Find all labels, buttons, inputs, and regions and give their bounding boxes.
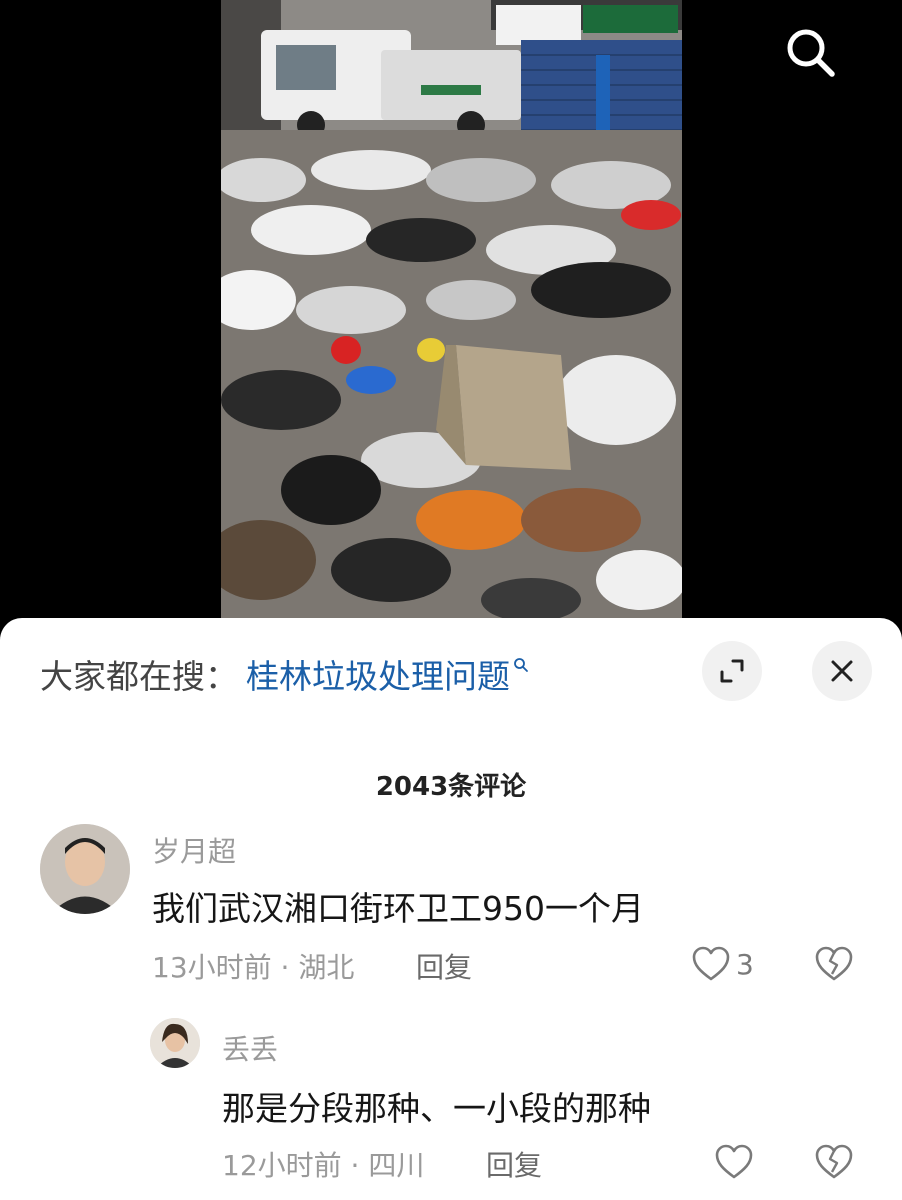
expand-button[interactable] (702, 641, 762, 701)
video-still-garbage-street (221, 0, 682, 622)
like-button[interactable] (715, 1144, 759, 1180)
dislike-button[interactable] (815, 1144, 853, 1184)
like-count: 3 (736, 947, 754, 981)
reply-button[interactable]: 回复 (416, 946, 472, 986)
comment-username[interactable]: 岁月超 (152, 830, 236, 870)
heart-icon (692, 946, 730, 981)
hot-search-bar: 大家都在搜： 桂林垃圾处理问题 (40, 648, 529, 700)
broken-heart-icon (815, 946, 853, 981)
avatar[interactable] (40, 824, 130, 914)
comment-time-location: 13小时前 · 湖北 (152, 951, 355, 984)
comment-text: 我们武汉湘口街环卫工950一个月 (152, 889, 644, 928)
search-icon (787, 29, 835, 77)
search-button[interactable] (780, 22, 840, 82)
expand-icon (720, 659, 744, 683)
heart-icon (715, 1144, 753, 1179)
avatar[interactable] (150, 1018, 200, 1068)
dislike-button[interactable] (815, 946, 853, 986)
search-small-icon (514, 658, 528, 672)
reply-button[interactable]: 回复 (486, 1144, 542, 1184)
hot-search-prefix: 大家都在搜： (40, 657, 238, 696)
comment-username[interactable]: 丢丢 (222, 1028, 278, 1068)
avatar-image (40, 824, 130, 914)
video-frame[interactable] (221, 0, 682, 622)
comment-text: 那是分段那种、一小段的那种 (222, 1089, 651, 1128)
video-player[interactable] (0, 0, 902, 640)
close-button[interactable] (812, 641, 872, 701)
comment-count-title: 2043条评论 (375, 772, 527, 802)
comment-time-location: 12小时前 · 四川 (222, 1149, 425, 1182)
broken-heart-icon (815, 1144, 853, 1179)
avatar-image (150, 1018, 200, 1068)
like-button[interactable]: 3 (692, 946, 754, 982)
reply-comment-item: 丢丢 那是分段那种、一小段的那种 12小时前 · 四川 回复 (0, 1016, 902, 1200)
comment-item: 岁月超 我们武汉湘口街环卫工950一个月 13小时前 · 湖北 回复 3 (0, 818, 902, 998)
hot-search-term-link[interactable]: 桂林垃圾处理问题 (246, 650, 510, 698)
comment-sheet: 大家都在搜： 桂林垃圾处理问题 2043条评论 岁月超 我们武汉湘口街环卫工95… (0, 618, 902, 1200)
close-icon (831, 660, 853, 682)
